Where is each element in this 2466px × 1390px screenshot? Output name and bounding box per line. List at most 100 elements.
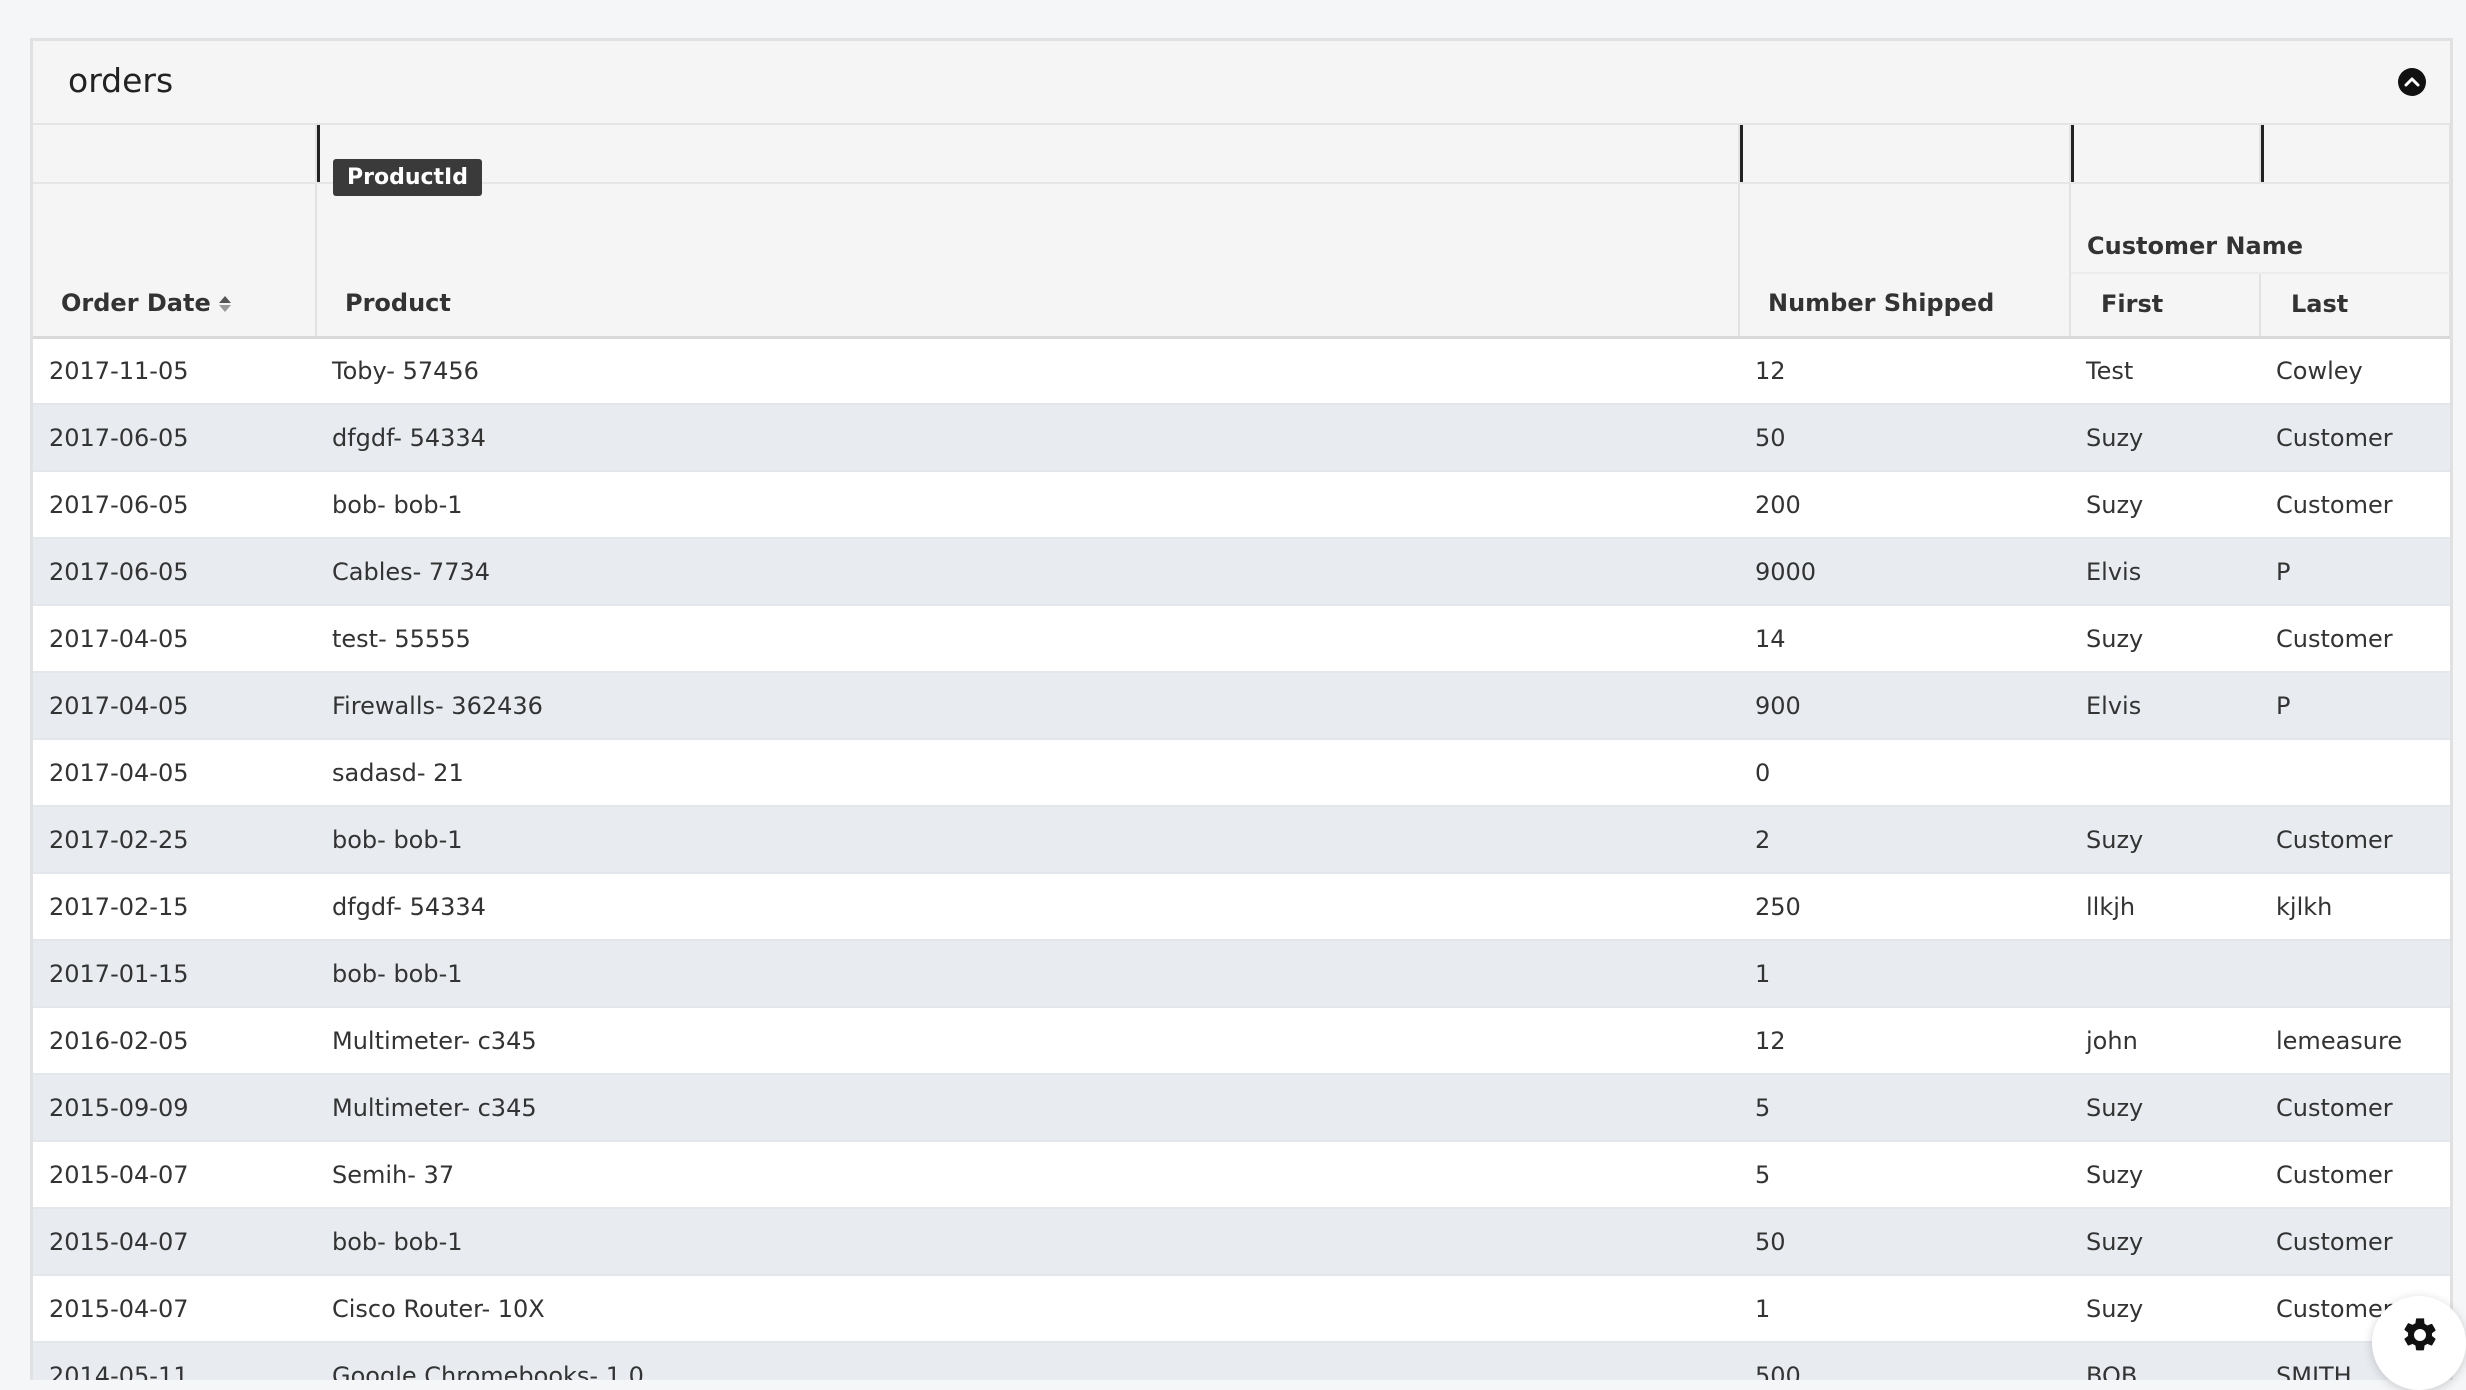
- last-name-header[interactable]: Last: [2260, 273, 2450, 339]
- table-row[interactable]: 2017-11-05 Toby- 57456 12 Test Cowley: [33, 337, 2450, 405]
- first-name-cell: Suzy: [2070, 605, 2260, 673]
- order-date-cell: 2017-04-05: [33, 605, 316, 673]
- first-name-cell: BOB: [2070, 1342, 2260, 1380]
- resize-cell-number-shipped[interactable]: [1739, 125, 2071, 184]
- table-row[interactable]: 2016-02-05 Multimeter- c345 12 john lemeasur…: [33, 1007, 2450, 1075]
- settings-button[interactable]: [2372, 1296, 2466, 1390]
- last-name-cell: [2260, 940, 2450, 1008]
- first-name-cell: Suzy: [2070, 1074, 2260, 1142]
- table-row[interactable]: 2017-04-05 test- 55555 14 Suzy Customer: [33, 605, 2450, 673]
- order-date-cell: 2017-06-05: [33, 404, 316, 472]
- table-row[interactable]: 2017-01-15 bob- bob-1 1: [33, 940, 2450, 1008]
- number-shipped-cell: 12: [1739, 1007, 2070, 1075]
- last-name-cell: P: [2260, 538, 2450, 606]
- panel-title: orders: [68, 61, 174, 100]
- number-shipped-cell: 5: [1739, 1141, 2070, 1209]
- table-row[interactable]: 2017-06-05 Cables- 7734 9000 Elvis P: [33, 538, 2450, 606]
- table-row[interactable]: 2017-04-05 Firewalls- 362436 900 Elvis P: [33, 672, 2450, 740]
- product-cell: Cisco Router- 10X: [316, 1275, 1739, 1343]
- order-date-cell: 2017-06-05: [33, 471, 316, 539]
- first-name-cell: [2070, 940, 2260, 1008]
- first-name-cell: Suzy: [2070, 1275, 2260, 1343]
- first-name-cell: Test: [2070, 337, 2260, 405]
- customer-name-group-header: Customer Name: [2070, 183, 2450, 274]
- group-header-empty: [1739, 183, 2071, 273]
- panel-header: orders: [33, 41, 2450, 125]
- resize-cell-last[interactable]: [2260, 125, 2450, 184]
- number-shipped-cell: 500: [1739, 1342, 2070, 1380]
- table-row[interactable]: 2015-04-07 bob- bob-1 50 Suzy Customer: [33, 1208, 2450, 1276]
- first-name-cell: Elvis: [2070, 538, 2260, 606]
- first-name-cell: Suzy: [2070, 1141, 2260, 1209]
- last-name-cell: [2260, 739, 2450, 807]
- table-row[interactable]: 2015-09-09 Multimeter- c345 5 Suzy Customer: [33, 1074, 2450, 1142]
- order-date-cell: 2015-04-07: [33, 1208, 316, 1276]
- table-row[interactable]: 2015-04-07 Cisco Router- 10X 1 Suzy Customer: [33, 1275, 2450, 1343]
- order-date-cell: 2014-05-11: [33, 1342, 316, 1380]
- last-name-cell: Customer: [2260, 605, 2450, 673]
- first-name-cell: Suzy: [2070, 471, 2260, 539]
- product-cell: Firewalls- 362436: [316, 672, 1739, 740]
- column-tooltip: ProductId: [333, 159, 482, 196]
- collapse-button[interactable]: [2398, 68, 2426, 96]
- order-date-cell: 2017-04-05: [33, 739, 316, 807]
- last-name-cell: Customer: [2260, 1074, 2450, 1142]
- column-resize-handle[interactable]: [1740, 125, 1743, 182]
- first-name-cell: Elvis: [2070, 672, 2260, 740]
- order-date-header[interactable]: Order Date: [33, 273, 317, 339]
- last-name-cell: Customer: [2260, 1208, 2450, 1276]
- product-header[interactable]: Product: [316, 273, 1740, 339]
- product-cell: bob- bob-1: [316, 940, 1739, 1008]
- number-shipped-cell: 0: [1739, 739, 2070, 807]
- orders-panel: orders ProductId Customer Name Order Dat…: [30, 38, 2453, 1380]
- orders-table: Customer Name Order Date Product Number …: [33, 125, 2450, 1380]
- number-shipped-cell: 14: [1739, 605, 2070, 673]
- first-name-cell: Suzy: [2070, 1208, 2260, 1276]
- table-row[interactable]: 2015-04-07 Semih- 37 5 Suzy Customer: [33, 1141, 2450, 1209]
- column-resize-handle[interactable]: [317, 125, 320, 182]
- table-row[interactable]: 2014-05-11 Google Chromebooks- 1.0 500 BOB S…: [33, 1342, 2450, 1380]
- gear-icon: [2404, 1318, 2436, 1351]
- table-row[interactable]: 2017-04-05 sadasd- 21 0: [33, 739, 2450, 807]
- order-date-cell: 2017-02-25: [33, 806, 316, 874]
- order-date-cell: 2015-09-09: [33, 1074, 316, 1142]
- number-shipped-cell: 12: [1739, 337, 2070, 405]
- first-name-cell: Suzy: [2070, 404, 2260, 472]
- order-date-cell: 2017-01-15: [33, 940, 316, 1008]
- first-name-cell: Suzy: [2070, 806, 2260, 874]
- number-shipped-cell: 250: [1739, 873, 2070, 941]
- product-cell: test- 55555: [316, 605, 1739, 673]
- resize-cell-product[interactable]: [316, 125, 1740, 184]
- column-group-row: Customer Name: [33, 183, 2450, 274]
- order-date-cell: 2017-02-15: [33, 873, 316, 941]
- table-row[interactable]: 2017-02-15 dfgdf- 54334 250 llkjh kjlkh: [33, 873, 2450, 941]
- number-shipped-cell: 50: [1739, 1208, 2070, 1276]
- last-name-cell: Customer: [2260, 404, 2450, 472]
- order-date-cell: 2016-02-05: [33, 1007, 316, 1075]
- group-header-empty: [33, 183, 317, 273]
- resize-cell-first[interactable]: [2070, 125, 2261, 184]
- last-name-cell: Customer: [2260, 1141, 2450, 1209]
- last-name-cell: lemeasure: [2260, 1007, 2450, 1075]
- column-resize-handle[interactable]: [2261, 125, 2264, 182]
- table-row[interactable]: 2017-06-05 bob- bob-1 200 Suzy Customer: [33, 471, 2450, 539]
- product-cell: bob- bob-1: [316, 471, 1739, 539]
- chevron-up-icon: [2404, 77, 2420, 87]
- table-row[interactable]: 2017-06-05 dfgdf- 54334 50 Suzy Customer: [33, 404, 2450, 472]
- number-shipped-header[interactable]: Number Shipped: [1739, 273, 2071, 339]
- sort-icon[interactable]: [217, 293, 233, 315]
- column-resize-handle[interactable]: [2071, 125, 2074, 182]
- group-header-empty: [316, 183, 1740, 273]
- column-header-row: Order Date Product Number Shipped First …: [33, 273, 2450, 339]
- last-name-cell: kjlkh: [2260, 873, 2450, 941]
- number-shipped-cell: 900: [1739, 672, 2070, 740]
- first-name-header[interactable]: First: [2070, 273, 2261, 339]
- product-cell: Cables- 7734: [316, 538, 1739, 606]
- table-row[interactable]: 2017-02-25 bob- bob-1 2 Suzy Customer: [33, 806, 2450, 874]
- product-cell: Google Chromebooks- 1.0: [316, 1342, 1739, 1380]
- product-cell: bob- bob-1: [316, 1208, 1739, 1276]
- product-cell: Semih- 37: [316, 1141, 1739, 1209]
- orders-table-body: 2017-11-05 Toby- 57456 12 Test Cowley 2017-0…: [33, 337, 2450, 1380]
- product-cell: sadasd- 21: [316, 739, 1739, 807]
- last-name-cell: Cowley: [2260, 337, 2450, 405]
